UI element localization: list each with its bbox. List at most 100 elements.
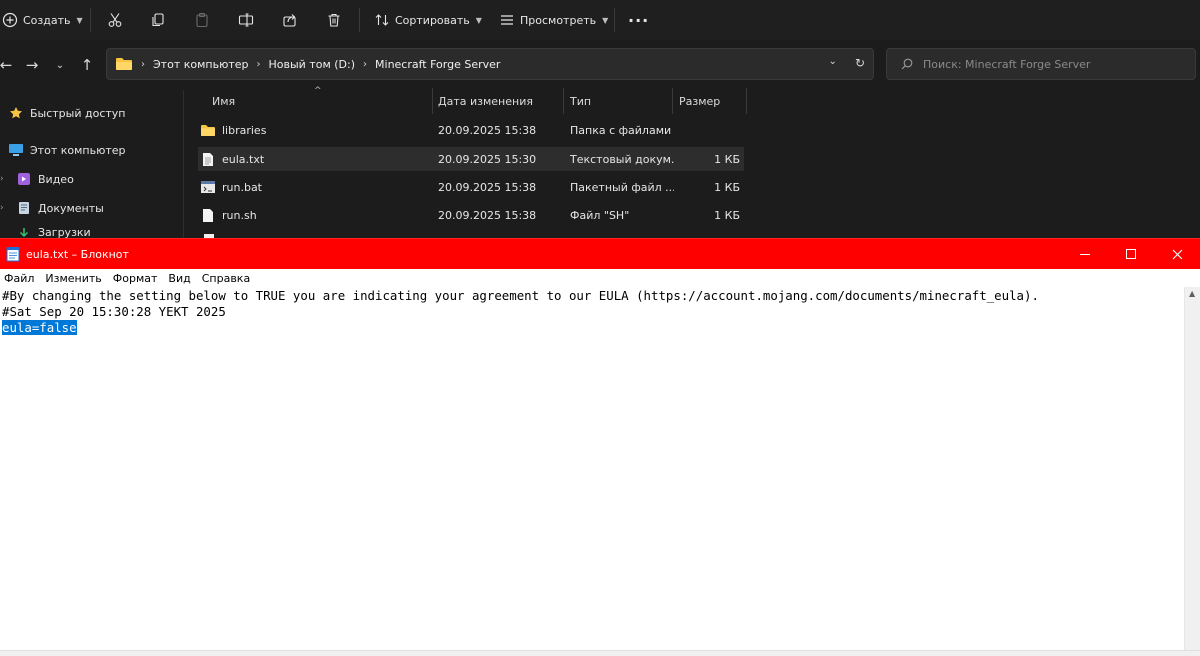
- address-history-chevron-icon[interactable]: ⌄: [829, 56, 837, 70]
- file-name: eula.txt: [222, 152, 265, 166]
- text-editor[interactable]: #By changing the setting below to TRUE y…: [0, 287, 1184, 651]
- sidebar-item-label: Документы: [38, 201, 104, 215]
- breadcrumb-volume-d[interactable]: Новый том (D:): [269, 58, 356, 71]
- paste-button[interactable]: [192, 4, 212, 36]
- delete-button[interactable]: [324, 4, 344, 36]
- menu-format[interactable]: Формат: [113, 272, 158, 285]
- notepad-window: eula.txt – Блокнот Файл Изменить Формат …: [0, 238, 1200, 656]
- column-separator[interactable]: [563, 88, 564, 114]
- file-date: 20.09.2025 15:30: [438, 152, 537, 166]
- address-bar[interactable]: › Этот компьютер › Новый том (D:) › Mine…: [106, 48, 874, 80]
- cut-button[interactable]: [105, 4, 125, 36]
- file-icon: [200, 207, 216, 223]
- maximize-icon: [1126, 249, 1136, 259]
- breadcrumb-chevron-icon: ›: [363, 58, 368, 70]
- selected-text: eula=false: [2, 320, 77, 335]
- navigation-pane: Быстрый доступ Этот компьютер › Видео › …: [0, 92, 184, 242]
- file-type: Текстовый докум...: [570, 152, 674, 166]
- more-options-button[interactable]: ···: [628, 4, 649, 36]
- notepad-icon: [6, 246, 20, 262]
- column-header-type[interactable]: Тип: [570, 88, 670, 114]
- column-header-size[interactable]: Размер: [679, 88, 745, 114]
- search-box[interactable]: Поиск: Minecraft Forge Server: [886, 48, 1196, 80]
- batch-file-icon: [200, 179, 216, 195]
- file-name: run.bat: [222, 180, 262, 194]
- view-list-icon: [497, 10, 517, 30]
- file-type: Пакетный файл ...: [570, 180, 674, 194]
- chevron-down-icon: ▼: [475, 15, 482, 25]
- trash-icon: [324, 10, 344, 30]
- column-separator[interactable]: [672, 88, 673, 114]
- scissors-icon: [105, 10, 125, 30]
- breadcrumb-current-folder[interactable]: Minecraft Forge Server: [375, 58, 500, 71]
- sidebar-item-quick-access[interactable]: Быстрый доступ: [8, 102, 126, 124]
- minimize-icon: [1080, 253, 1090, 255]
- recent-chevron-icon[interactable]: ⌄: [50, 55, 70, 75]
- menu-edit[interactable]: Изменить: [45, 272, 101, 285]
- sort-button[interactable]: Сортировать ▼: [372, 4, 482, 36]
- file-name: run.sh: [222, 208, 257, 222]
- file-date: 20.09.2025 15:38: [438, 208, 537, 222]
- menu-help[interactable]: Справка: [202, 272, 250, 285]
- copy-button[interactable]: [148, 4, 168, 36]
- sidebar-item-label: Этот компьютер: [30, 143, 126, 157]
- text-line: #By changing the setting below to TRUE y…: [2, 288, 1039, 303]
- table-row[interactable]: eula.txt 20.09.2025 15:30 Текстовый доку…: [198, 147, 744, 171]
- vertical-scrollbar[interactable]: ▲: [1184, 287, 1200, 651]
- menu-bar: Файл Изменить Формат Вид Справка: [0, 269, 1200, 287]
- horizontal-scrollbar[interactable]: [0, 650, 1200, 656]
- rename-button[interactable]: [236, 4, 256, 36]
- close-button[interactable]: [1154, 239, 1200, 269]
- file-type: Файл "SH": [570, 208, 630, 222]
- sort-arrows-icon: [372, 10, 392, 30]
- sidebar-item-label: Видео: [38, 172, 74, 186]
- expand-chevron-icon[interactable]: ›: [0, 203, 4, 213]
- text-line: #Sat Sep 20 15:30:28 YEKT 2025: [2, 304, 226, 319]
- share-icon: [280, 10, 300, 30]
- table-row[interactable]: run.bat 20.09.2025 15:38 Пакетный файл .…: [198, 175, 744, 199]
- notepad-title-bar[interactable]: eula.txt – Блокнот: [0, 239, 1200, 269]
- folder-icon: [200, 122, 216, 138]
- file-size: 1 КБ: [714, 152, 740, 166]
- menu-view[interactable]: Вид: [168, 272, 190, 285]
- plus-icon: [0, 10, 20, 30]
- folder-icon: [115, 57, 133, 71]
- back-arrow-icon[interactable]: ←: [0, 55, 16, 75]
- more-dots-icon: ···: [628, 10, 650, 30]
- rename-icon: [236, 10, 256, 30]
- sidebar-item-this-pc[interactable]: Этот компьютер: [8, 139, 126, 161]
- file-size: 1 КБ: [714, 208, 740, 222]
- expand-chevron-icon[interactable]: ›: [0, 174, 4, 184]
- table-row[interactable]: run.sh 20.09.2025 15:38 Файл "SH" 1 КБ: [198, 203, 744, 227]
- breadcrumb-this-pc[interactable]: Этот компьютер: [153, 58, 249, 71]
- breadcrumb-chevron-icon: ›: [141, 58, 145, 70]
- documents-folder-icon: [16, 200, 32, 216]
- column-separator[interactable]: [432, 88, 433, 114]
- pane-divider[interactable]: [183, 90, 184, 240]
- column-header-name[interactable]: Имя: [212, 88, 432, 114]
- scroll-up-arrow-icon[interactable]: ▲: [1189, 289, 1195, 298]
- file-name: libraries: [222, 123, 267, 137]
- minimize-button[interactable]: [1062, 239, 1108, 269]
- up-arrow-icon[interactable]: ↑: [77, 55, 97, 75]
- column-separator[interactable]: [746, 88, 747, 114]
- table-row[interactable]: libraries 20.09.2025 15:38 Папка с файла…: [198, 118, 744, 142]
- sidebar-item-video[interactable]: › Видео: [0, 168, 74, 190]
- sidebar-item-downloads[interactable]: › Загрузки: [16, 225, 91, 239]
- forward-arrow-icon[interactable]: →: [22, 55, 42, 75]
- refresh-icon[interactable]: ↻: [855, 56, 865, 70]
- share-button[interactable]: [280, 4, 300, 36]
- view-button[interactable]: Просмотреть ▼: [497, 4, 608, 36]
- chevron-down-icon: ▼: [76, 15, 83, 25]
- copy-icon: [148, 10, 168, 30]
- toolbar-divider: [614, 8, 615, 32]
- explorer-toolbar: Создать ▼ Сортировать ▼ Просмотреть ▼ ··…: [0, 0, 1200, 40]
- star-icon: [8, 105, 24, 121]
- column-header-date[interactable]: Дата изменения: [438, 88, 564, 114]
- maximize-button[interactable]: [1108, 239, 1154, 269]
- create-button[interactable]: Создать ▼: [0, 4, 83, 36]
- file-size: [676, 118, 740, 142]
- sidebar-item-label: Быстрый доступ: [30, 106, 126, 120]
- menu-file[interactable]: Файл: [4, 272, 34, 285]
- sidebar-item-documents[interactable]: › Документы: [0, 197, 104, 219]
